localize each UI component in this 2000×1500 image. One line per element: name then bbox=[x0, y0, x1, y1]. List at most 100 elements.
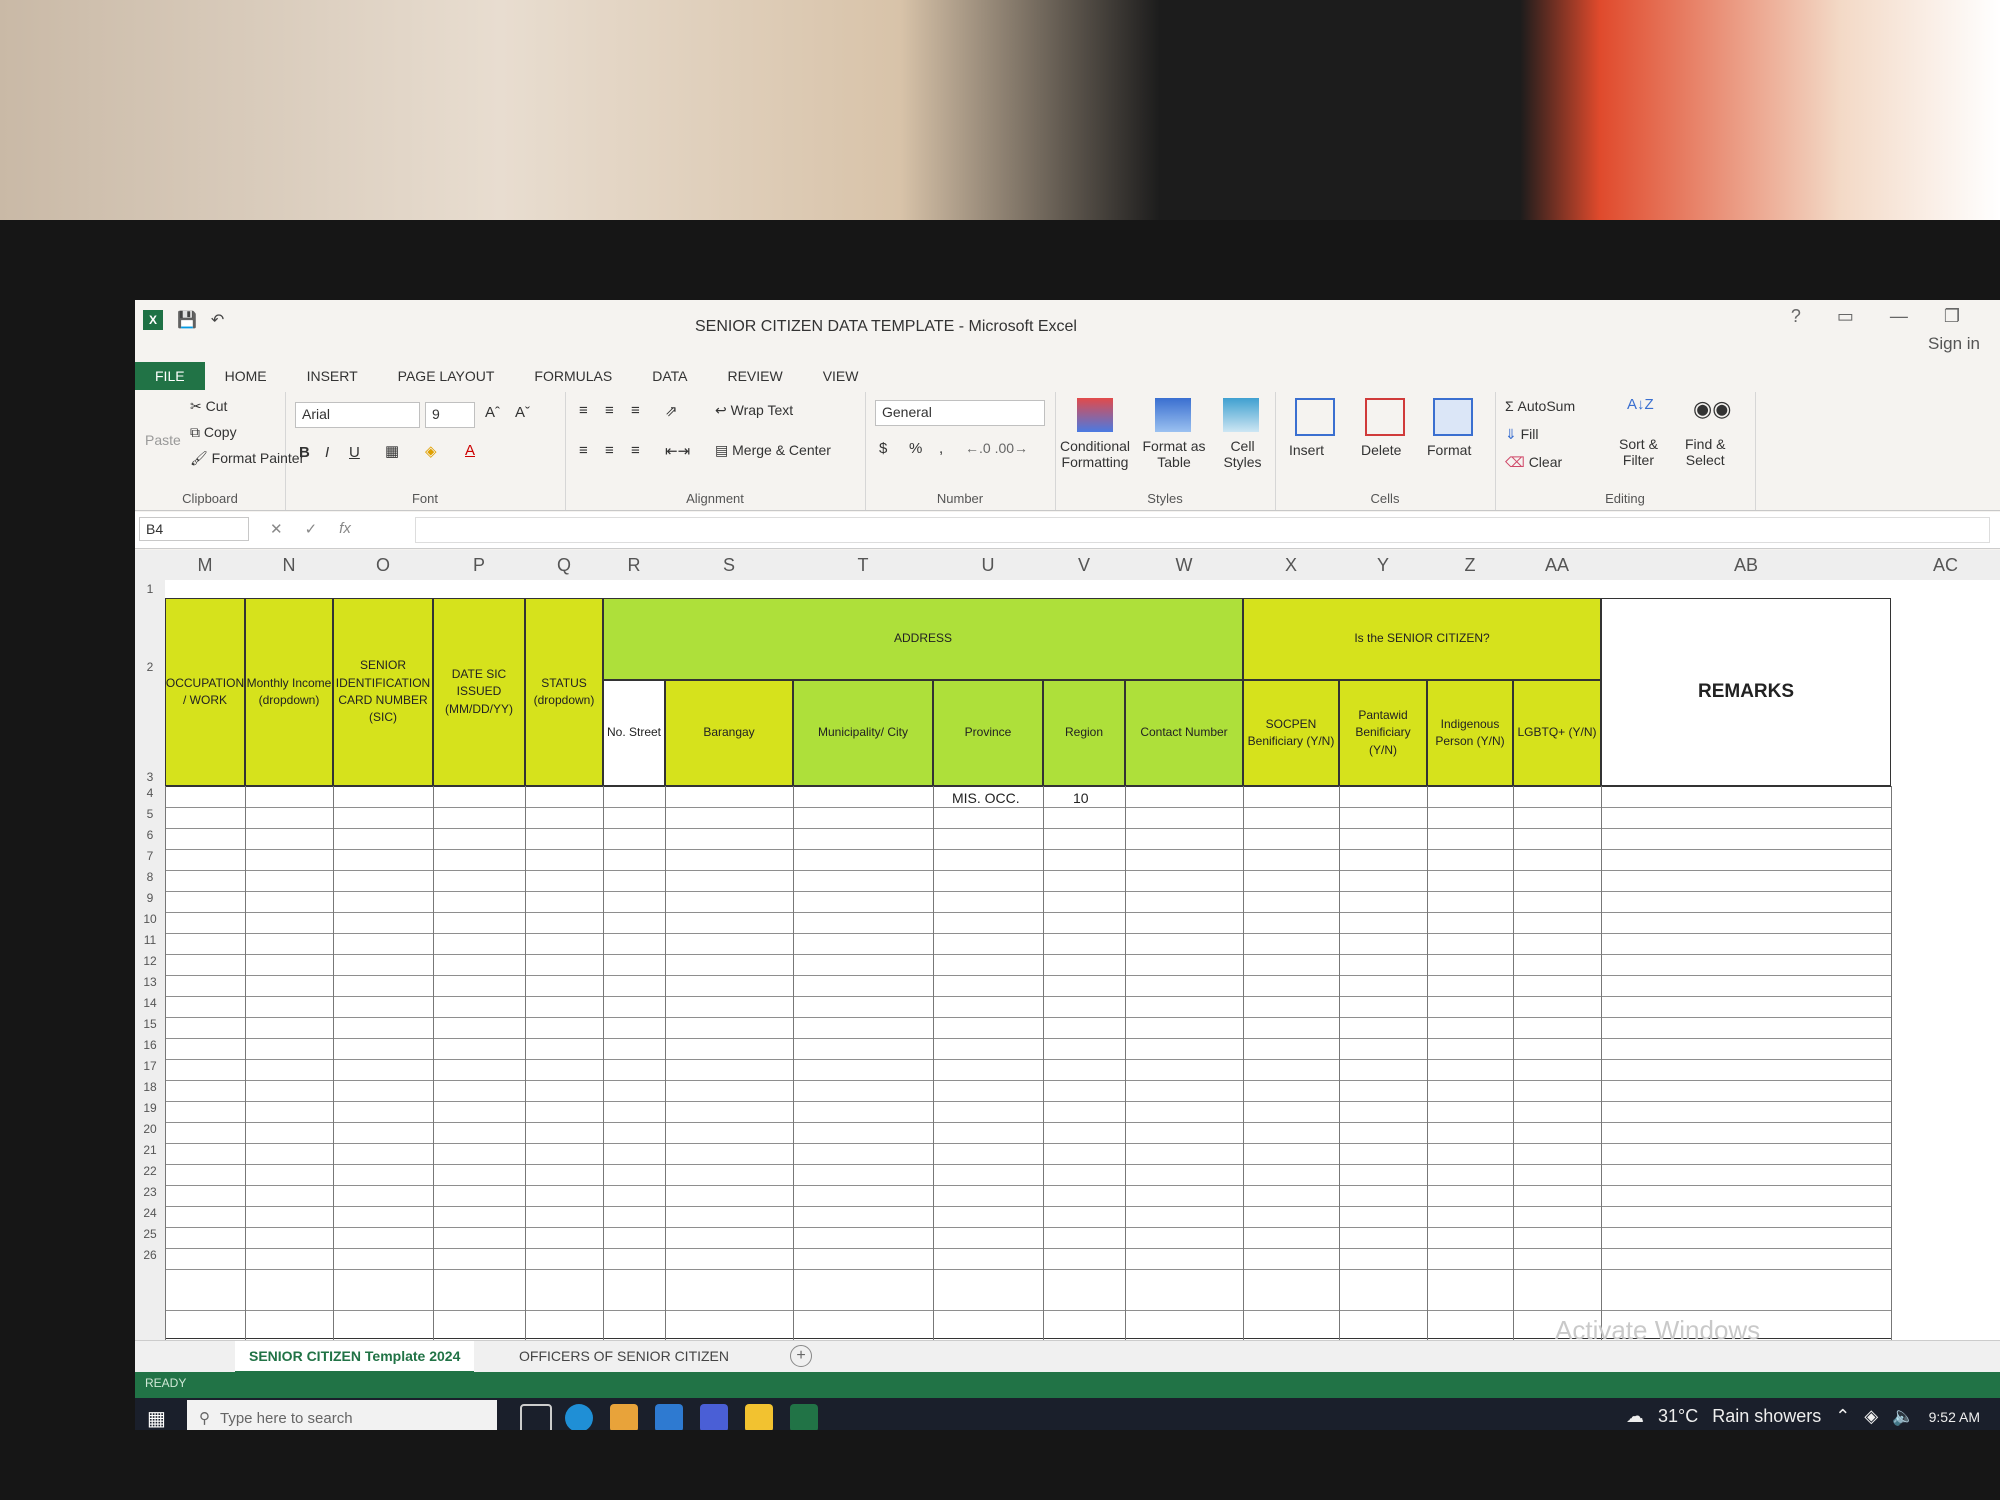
shrink-font-button[interactable]: Aˇ bbox=[515, 404, 530, 421]
row-number[interactable]: 4 bbox=[135, 786, 165, 800]
header-occupation[interactable]: OCCUPATION / WORK bbox=[165, 598, 245, 786]
row-number[interactable]: 14 bbox=[135, 996, 165, 1010]
row-number[interactable]: 15 bbox=[135, 1017, 165, 1031]
ribbon-display-icon[interactable]: ▭ bbox=[1837, 306, 1854, 327]
cell-region-row4[interactable]: 10 bbox=[1073, 790, 1089, 806]
row-number[interactable]: 16 bbox=[135, 1038, 165, 1052]
fill-color-icon[interactable]: ◈ bbox=[425, 442, 437, 460]
header-contact[interactable]: Contact Number bbox=[1125, 680, 1243, 786]
underline-button[interactable]: U bbox=[349, 444, 360, 461]
name-box[interactable]: B4 bbox=[139, 517, 249, 541]
tray-chevron-icon[interactable]: ⌃ bbox=[1835, 1406, 1850, 1427]
tab-page-layout[interactable]: PAGE LAYOUT bbox=[378, 362, 515, 390]
network-icon[interactable]: ◈ bbox=[1864, 1406, 1878, 1427]
indent-icon[interactable]: ⇤⇥ bbox=[665, 442, 690, 460]
row-number[interactable]: 11 bbox=[135, 933, 165, 947]
row-number[interactable]: 17 bbox=[135, 1059, 165, 1073]
percent-button[interactable]: % bbox=[909, 440, 922, 457]
tab-view[interactable]: VIEW bbox=[803, 362, 879, 390]
tab-home[interactable]: HOME bbox=[205, 362, 287, 390]
row-number[interactable]: 18 bbox=[135, 1080, 165, 1094]
insert-button[interactable]: Insert bbox=[1289, 442, 1324, 458]
format-as-table-button[interactable]: Format as Table bbox=[1139, 438, 1209, 470]
taskbar-search[interactable]: ⚲ Type here to search bbox=[187, 1400, 497, 1430]
row-number[interactable]: 19 bbox=[135, 1101, 165, 1115]
header-address[interactable]: ADDRESS bbox=[603, 598, 1243, 680]
restore-icon[interactable]: ❐ bbox=[1944, 306, 1960, 327]
wrap-text-button[interactable]: ↩ Wrap Text bbox=[715, 402, 793, 419]
excel-taskbar-icon[interactable] bbox=[790, 1404, 818, 1430]
header-province[interactable]: Province bbox=[933, 680, 1043, 786]
add-sheet-button[interactable]: + bbox=[790, 1345, 812, 1367]
row-number[interactable]: 12 bbox=[135, 954, 165, 968]
bold-button[interactable]: B bbox=[299, 444, 310, 461]
col-header[interactable]: Q bbox=[525, 550, 603, 580]
col-header[interactable]: X bbox=[1243, 550, 1339, 580]
header-socpen[interactable]: SOCPEN Benificiary (Y/N) bbox=[1243, 680, 1339, 786]
col-header[interactable]: R bbox=[603, 550, 665, 580]
header-date-sic[interactable]: DATE SIC ISSUED (MM/DD/YY) bbox=[433, 598, 525, 786]
cell-styles-button[interactable]: Cell Styles bbox=[1215, 438, 1270, 470]
col-header[interactable]: O bbox=[333, 550, 433, 580]
header-region[interactable]: Region bbox=[1043, 680, 1125, 786]
sign-in-link[interactable]: Sign in bbox=[1928, 334, 1980, 354]
header-sic-number[interactable]: SENIOR IDENTIFICATION CARD NUMBER (SIC) bbox=[333, 598, 433, 786]
row-number[interactable]: 3 bbox=[135, 770, 165, 784]
row-number[interactable]: 24 bbox=[135, 1206, 165, 1220]
align-center-icon[interactable]: ≡ bbox=[605, 442, 614, 459]
undo-icon[interactable]: ↶ bbox=[211, 310, 224, 330]
help-button[interactable]: ? bbox=[1791, 306, 1801, 327]
orientation-icon[interactable]: ⇗ bbox=[665, 402, 678, 420]
header-status[interactable]: STATUS (dropdown) bbox=[525, 598, 603, 786]
col-header[interactable]: AC bbox=[1891, 550, 2000, 580]
delete-button[interactable]: Delete bbox=[1361, 442, 1401, 458]
col-header[interactable]: M bbox=[165, 550, 245, 580]
file-explorer-icon[interactable] bbox=[745, 1404, 773, 1430]
save-icon[interactable]: 💾 bbox=[177, 310, 197, 330]
header-barangay[interactable]: Barangay bbox=[665, 680, 793, 786]
edge-icon[interactable] bbox=[565, 1404, 593, 1430]
cut-button[interactable]: ✂ Cut bbox=[190, 398, 227, 415]
row-number[interactable]: 7 bbox=[135, 849, 165, 863]
row-number[interactable]: 9 bbox=[135, 891, 165, 905]
row-number[interactable]: 25 bbox=[135, 1227, 165, 1241]
font-color-button[interactable]: A bbox=[465, 442, 475, 459]
conditional-formatting-button[interactable]: Conditional Formatting bbox=[1055, 438, 1135, 470]
windows-start-icon[interactable]: ▦ bbox=[147, 1406, 169, 1430]
row-number[interactable]: 20 bbox=[135, 1122, 165, 1136]
app-icon[interactable] bbox=[700, 1404, 728, 1430]
paste-button[interactable]: Paste bbox=[145, 432, 181, 448]
col-header[interactable]: N bbox=[245, 550, 333, 580]
comma-button[interactable]: , bbox=[939, 440, 943, 457]
borders-icon[interactable]: ▦ bbox=[385, 442, 399, 460]
header-municipality[interactable]: Municipality/ City bbox=[793, 680, 933, 786]
italic-button[interactable]: I bbox=[325, 444, 329, 461]
formula-input[interactable] bbox=[415, 517, 1990, 543]
cell-province-row4[interactable]: MIS. OCC. bbox=[952, 790, 1020, 806]
col-header[interactable]: P bbox=[433, 550, 525, 580]
row-number[interactable]: 5 bbox=[135, 807, 165, 821]
align-top-icon[interactable]: ≡ bbox=[579, 402, 588, 419]
merge-center-button[interactable]: ▤ Merge & Center bbox=[715, 442, 831, 459]
row-number[interactable]: 23 bbox=[135, 1185, 165, 1199]
fill-button[interactable]: ⇓ Fill bbox=[1505, 426, 1539, 443]
enter-icon[interactable]: ✓ bbox=[305, 520, 318, 538]
tab-formulas[interactable]: FORMULAS bbox=[514, 362, 632, 390]
find-select-button[interactable]: Find & Select bbox=[1685, 436, 1725, 468]
copy-button[interactable]: ⧉ Copy bbox=[190, 424, 237, 441]
col-header[interactable]: V bbox=[1043, 550, 1125, 580]
font-size-select[interactable]: 9 bbox=[425, 402, 475, 428]
col-header[interactable]: T bbox=[793, 550, 933, 580]
align-left-icon[interactable]: ≡ bbox=[579, 442, 588, 459]
header-indigenous[interactable]: Indigenous Person (Y/N) bbox=[1427, 680, 1513, 786]
sheet-tab-active[interactable]: SENIOR CITIZEN Template 2024 bbox=[235, 1341, 475, 1373]
row-number[interactable]: 26 bbox=[135, 1248, 165, 1262]
decimal-icon[interactable]: ←.0 .00→ bbox=[965, 440, 1028, 456]
row-number[interactable]: 22 bbox=[135, 1164, 165, 1178]
align-middle-icon[interactable]: ≡ bbox=[605, 402, 614, 419]
format-button[interactable]: Format bbox=[1427, 442, 1471, 458]
mail-icon[interactable] bbox=[655, 1404, 683, 1430]
store-icon[interactable] bbox=[610, 1404, 638, 1430]
currency-button[interactable]: $ bbox=[879, 440, 887, 457]
header-pantawid[interactable]: Pantawid Benificiary (Y/N) bbox=[1339, 680, 1427, 786]
